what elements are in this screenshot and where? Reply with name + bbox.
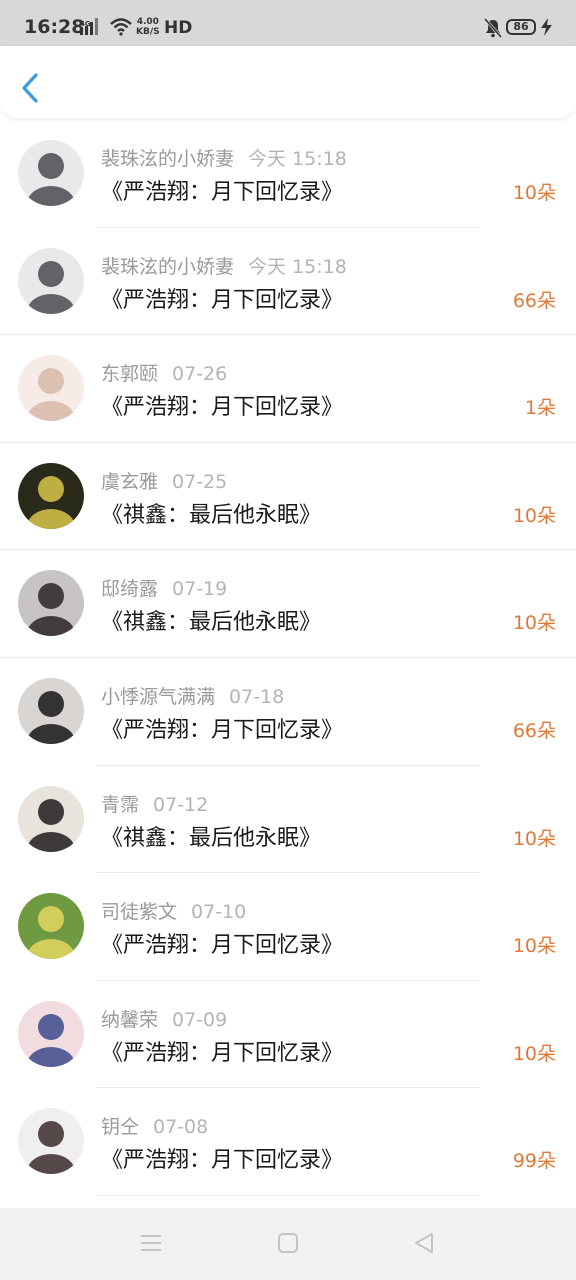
list-item[interactable]: 邸绮露 07-19 《祺鑫：最后他永眠》 10朵 — [0, 550, 576, 658]
row-divider — [96, 1194, 480, 1196]
send-date: 07-26 — [172, 363, 228, 386]
avatar-image — [18, 462, 84, 529]
chevron-left-icon[interactable] — [16, 72, 46, 104]
sender-line: 裴珠泫的小娇妻 今天 15:18 — [101, 144, 347, 171]
sender-name: 青霈 — [101, 793, 140, 816]
sender-name: 虞玄雅 — [101, 470, 159, 493]
sender-name: 钥仝 — [101, 1116, 140, 1139]
send-date: 07-09 — [172, 1008, 228, 1031]
battery-indicator: 86 — [506, 19, 536, 35]
status-time: 16:28 — [24, 16, 85, 38]
send-date: 07-19 — [172, 578, 228, 601]
avatar[interactable] — [18, 677, 84, 744]
send-date: 今天 15:18 — [248, 148, 347, 170]
list-item[interactable]: 司徒紫文 07-10 《严浩翔：月下回忆录》 10朵 — [0, 873, 576, 981]
avatar[interactable] — [18, 140, 84, 206]
list-item[interactable]: 青霈 07-12 《祺鑫：最后他永眠》 10朵 — [0, 766, 576, 874]
wifi-icon — [110, 18, 132, 36]
system-nav-bar — [0, 1208, 576, 1280]
sender-line: 裴珠泫的小娇妻 今天 15:18 — [101, 252, 347, 279]
gift-title: 《祺鑫：最后他永眠》 — [101, 610, 322, 636]
avatar-image — [18, 247, 84, 314]
sender-line: 小悸源气满满 07-18 — [101, 682, 284, 709]
flower-count: 66朵 — [512, 289, 556, 312]
gift-title: 《严浩翔：月下回忆录》 — [101, 717, 344, 743]
gift-record-list: 裴珠泫的小娇妻 今天 15:18 《严浩翔：月下回忆录》 10朵 裴珠泫的小娇妻 今天 1… — [0, 120, 576, 1196]
send-date: 07-25 — [172, 470, 228, 493]
charging-bolt-icon — [541, 18, 552, 36]
gift-title: 《严浩翔：月下回忆录》 — [101, 1040, 344, 1066]
flower-count: 10朵 — [512, 935, 556, 958]
avatar-image — [18, 140, 84, 206]
avatar-image — [18, 677, 84, 744]
send-date: 07-12 — [153, 793, 209, 816]
sender-line: 司徒紫文 07-10 — [101, 897, 246, 924]
gift-title: 《严浩翔：月下回忆录》 — [101, 180, 344, 205]
back-triangle-icon[interactable] — [413, 1232, 435, 1254]
sender-line: 邸绮露 07-19 — [101, 574, 227, 601]
gift-title: 《严浩翔：月下回忆录》 — [101, 395, 344, 421]
avatar[interactable] — [18, 462, 84, 529]
avatar[interactable] — [18, 893, 84, 960]
send-date: 07-10 — [191, 901, 247, 924]
status-bar: 16:28 4G 4.00 KB/S HD 86 — [0, 0, 576, 46]
mute-bell-icon — [484, 18, 502, 38]
network-speed-value: 4.00 — [136, 17, 159, 27]
list-item[interactable]: 虞玄雅 07-25 《祺鑫：最后他永眠》 10朵 — [0, 443, 576, 551]
avatar[interactable] — [18, 1108, 84, 1175]
cellular-signal-icon: 4G — [80, 18, 98, 35]
sender-name: 司徒紫文 — [101, 901, 178, 924]
flower-count: 10朵 — [512, 612, 556, 635]
avatar-image — [18, 1108, 84, 1175]
list-item[interactable]: 钥仝 07-08 《严浩翔：月下回忆录》 99朵 — [0, 1088, 576, 1196]
sender-name: 裴珠泫的小娇妻 — [101, 148, 235, 170]
gift-title: 《祺鑫：最后他永眠》 — [101, 825, 322, 851]
sender-line: 青霈 07-12 — [101, 790, 208, 817]
send-date: 07-18 — [229, 685, 285, 708]
list-item[interactable]: 东郭颐 07-26 《严浩翔：月下回忆录》 1朵 — [0, 335, 576, 443]
avatar-image — [18, 570, 84, 637]
list-item[interactable]: 纳馨荣 07-09 《严浩翔：月下回忆录》 10朵 — [0, 981, 576, 1089]
flower-count: 10朵 — [512, 504, 556, 527]
avatar[interactable] — [18, 355, 84, 422]
gift-title: 《祺鑫：最后他永眠》 — [101, 502, 322, 528]
flower-count: 99朵 — [512, 1150, 556, 1173]
sender-name: 东郭颐 — [101, 363, 159, 386]
sender-name: 裴珠泫的小娇妻 — [101, 255, 235, 278]
flower-count: 10朵 — [512, 827, 556, 850]
home-icon[interactable] — [277, 1232, 299, 1254]
avatar-image — [18, 893, 84, 960]
avatar[interactable] — [18, 247, 84, 314]
avatar-image — [18, 785, 84, 852]
sender-name: 小悸源气满满 — [101, 685, 216, 708]
sender-line: 纳馨荣 07-09 — [101, 1005, 227, 1032]
network-speed-unit: KB/S — [136, 27, 160, 37]
flower-count: 1朵 — [524, 397, 556, 420]
avatar-image — [18, 1000, 84, 1067]
gift-title: 《严浩翔：月下回忆录》 — [101, 933, 344, 959]
network-speed: 4.00 KB/S — [136, 17, 160, 37]
flower-count: 10朵 — [512, 1042, 556, 1065]
flower-count: 10朵 — [512, 182, 556, 204]
avatar-image — [18, 355, 84, 422]
send-date: 07-08 — [153, 1116, 209, 1139]
sender-name: 邸绮露 — [101, 578, 159, 601]
gift-title: 《严浩翔：月下回忆录》 — [101, 287, 344, 313]
sender-line: 虞玄雅 07-25 — [101, 467, 227, 494]
send-date: 今天 15:18 — [248, 255, 347, 278]
top-app-bar — [0, 46, 576, 118]
sender-line: 钥仝 07-08 — [101, 1112, 208, 1139]
list-item[interactable]: 裴珠泫的小娇妻 今天 15:18 《严浩翔：月下回忆录》 10朵 — [0, 120, 576, 228]
hd-indicator: HD — [164, 18, 193, 38]
menu-icon[interactable] — [140, 1232, 162, 1254]
avatar[interactable] — [18, 785, 84, 852]
sender-name: 纳馨荣 — [101, 1008, 159, 1031]
avatar[interactable] — [18, 570, 84, 637]
avatar[interactable] — [18, 1000, 84, 1067]
flower-count: 66朵 — [512, 719, 556, 742]
list-item[interactable]: 小悸源气满满 07-18 《严浩翔：月下回忆录》 66朵 — [0, 658, 576, 766]
gift-title: 《严浩翔：月下回忆录》 — [101, 1148, 344, 1174]
list-item[interactable]: 裴珠泫的小娇妻 今天 15:18 《严浩翔：月下回忆录》 66朵 — [0, 228, 576, 336]
sender-line: 东郭颐 07-26 — [101, 359, 227, 386]
